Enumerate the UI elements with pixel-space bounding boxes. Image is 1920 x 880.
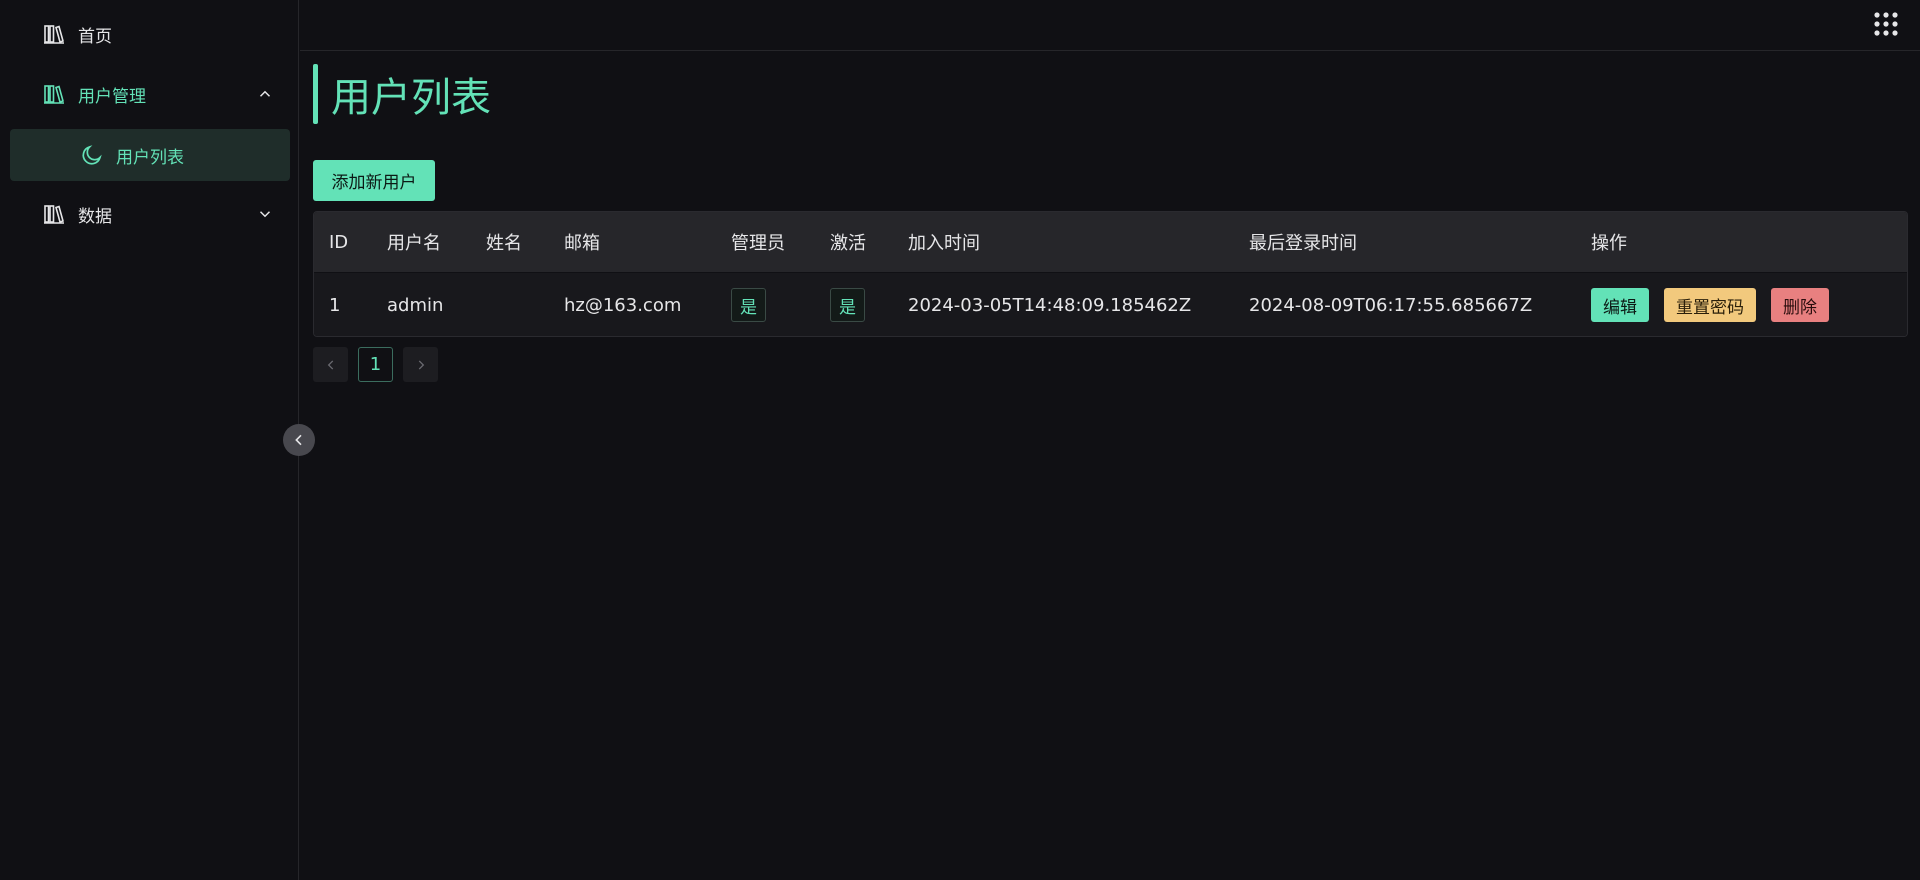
next-page-button[interactable] [403, 347, 438, 382]
column-header-username: 用户名 [387, 233, 441, 254]
column-header-admin: 管理员 [731, 233, 785, 254]
edit-button[interactable]: 编辑 [1591, 288, 1649, 322]
page-title-area: 用户列表 [313, 64, 491, 124]
reset-password-button[interactable]: 重置密码 [1664, 288, 1756, 322]
cell-actions: 编辑 重置密码 删除 [1591, 273, 1844, 336]
cell-joined: 2024-03-05T14:48:09.185462Z [908, 294, 1192, 316]
column-header-joined: 加入时间 [908, 233, 980, 254]
sidebar-item-label: 用户列表 [116, 147, 184, 168]
column-header-actions: 操作 [1591, 233, 1627, 254]
cell-admin: 是 [731, 273, 766, 336]
sidebar-item-home[interactable]: 首页 [10, 8, 290, 60]
cell-email: hz@163.com [564, 294, 682, 316]
chevron-left-icon [327, 359, 333, 370]
sidebar: 首页 用户管理 用户列表 数据 [0, 0, 299, 880]
sidebar-item-data[interactable]: 数据 [10, 188, 290, 240]
table-row: 1 admin hz@163.com 是 是 2024-03-05T14:48:… [314, 273, 1907, 336]
prev-page-button[interactable] [313, 347, 348, 382]
column-header-id: ID [329, 231, 349, 253]
table-header: ID 用户名 姓名 邮箱 管理员 激活 加入时间 最后登录时间 操作 [314, 212, 1907, 272]
cell-id: 1 [329, 294, 341, 316]
chevron-left-icon [295, 434, 302, 446]
admin-badge: 是 [731, 288, 766, 322]
page-title: 用户列表 [331, 75, 491, 121]
delete-button[interactable]: 删除 [1771, 288, 1829, 322]
sidebar-item-user-management[interactable]: 用户管理 [10, 68, 290, 120]
column-header-email: 邮箱 [564, 233, 600, 254]
add-user-button[interactable]: 添加新用户 [313, 160, 435, 201]
active-badge: 是 [830, 288, 865, 322]
sidebar-item-label: 数据 [78, 206, 112, 227]
cell-active: 是 [830, 273, 865, 336]
top-header [300, 0, 1920, 51]
column-header-last-login: 最后登录时间 [1249, 233, 1357, 254]
chevron-down-icon [259, 211, 271, 218]
cell-username: admin [387, 294, 444, 316]
pagination: 1 [313, 347, 438, 382]
library-icon [44, 25, 64, 44]
page-button-current[interactable]: 1 [358, 347, 393, 382]
users-table: ID 用户名 姓名 邮箱 管理员 激活 加入时间 最后登录时间 操作 1 adm… [313, 211, 1908, 337]
chevron-right-icon [418, 359, 424, 370]
sidebar-item-user-list[interactable]: 用户列表 [10, 129, 290, 181]
cell-last-login: 2024-08-09T06:17:55.685667Z [1249, 294, 1533, 316]
moon-icon [82, 145, 102, 165]
sidebar-collapse-button[interactable] [283, 424, 315, 456]
apps-grid-icon[interactable] [1872, 10, 1900, 38]
library-icon [44, 205, 64, 224]
title-accent-bar [313, 64, 318, 124]
chevron-up-icon [259, 90, 271, 97]
column-header-name: 姓名 [486, 233, 522, 254]
sidebar-item-label: 首页 [78, 26, 112, 47]
sidebar-item-label: 用户管理 [78, 86, 146, 107]
library-icon [44, 85, 64, 104]
column-header-active: 激活 [830, 233, 866, 254]
